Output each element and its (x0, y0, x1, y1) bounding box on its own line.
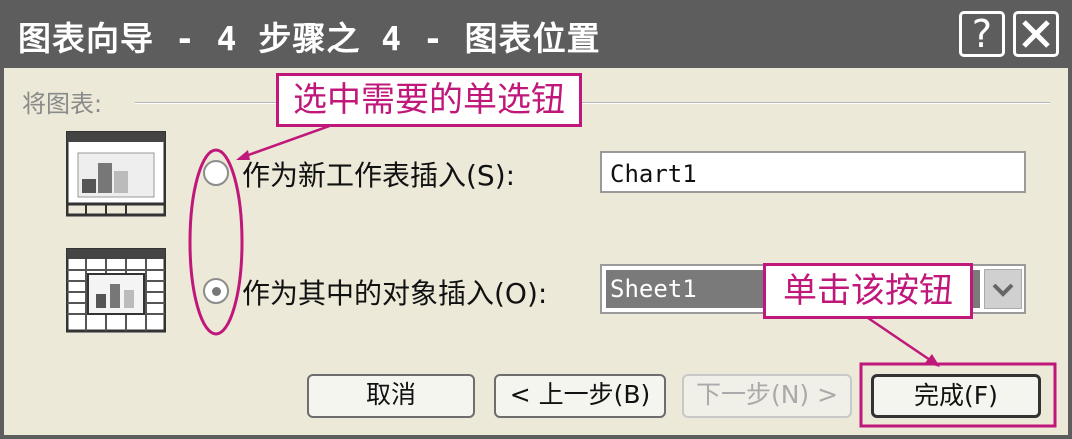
finish-hint-arrow (867, 316, 937, 366)
radio-highlight-ellipse (188, 148, 244, 336)
radio-hint-arrow (239, 122, 336, 160)
radio-hint-callout: 选中需要的单选钮 (276, 73, 582, 127)
annotation-overlay (188, 122, 1057, 428)
finish-hint-callout: 单击该按钮 (763, 263, 973, 319)
radio-hint-arrowhead (236, 150, 250, 160)
finish-highlight-box (859, 362, 1057, 428)
